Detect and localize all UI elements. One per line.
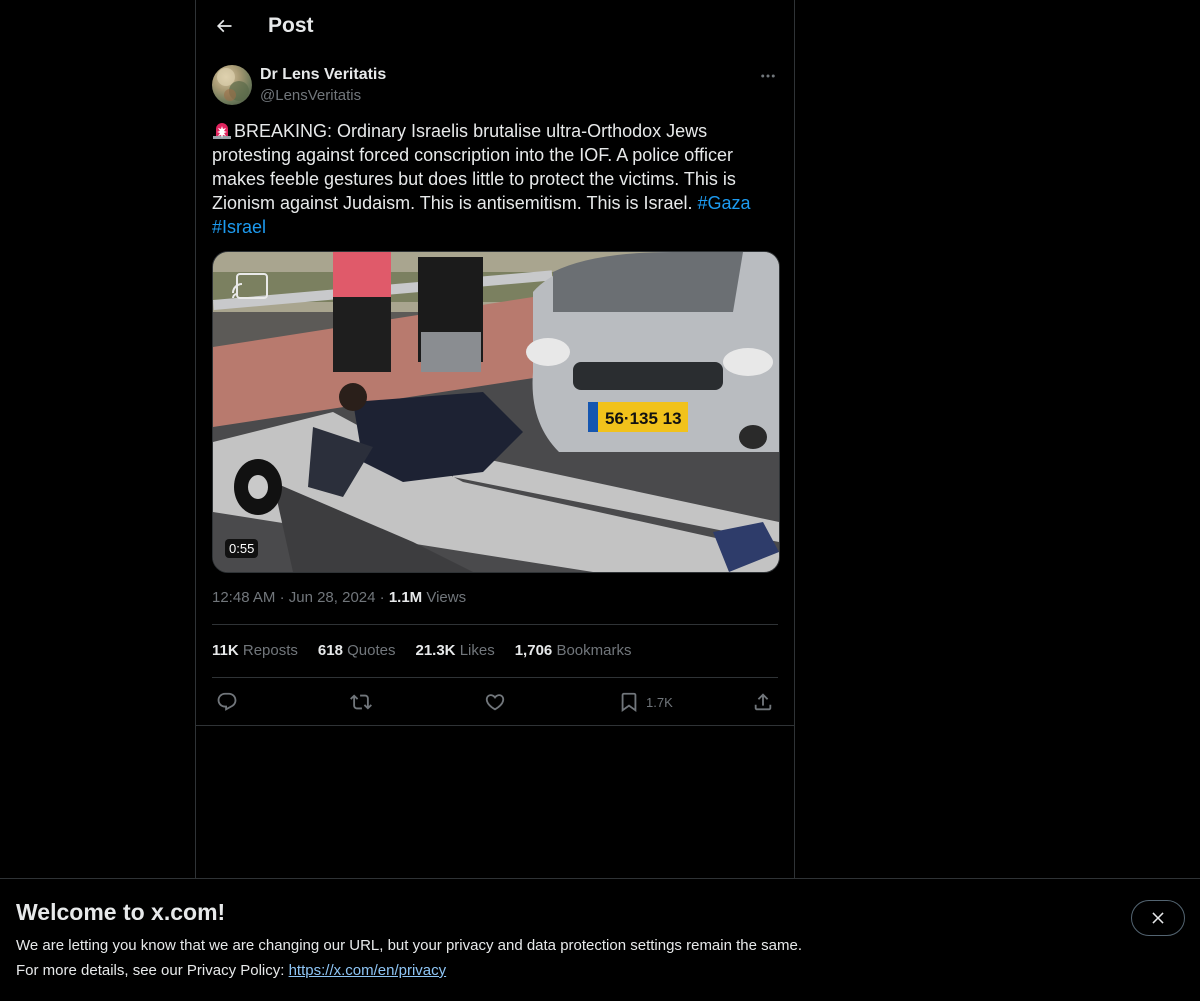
post-time[interactable]: 12:48 AM [212,589,275,606]
quotes-stat[interactable]: 618 Quotes [318,642,396,659]
share-icon [754,693,772,711]
close-icon [1152,912,1164,924]
siren-icon [212,120,232,140]
post-header: Post [196,0,794,53]
tweet-body: BREAKING: Ordinary Israelis brutalise ul… [212,121,736,213]
post-metadata: 12:48 AM · Jun 28, 2024 · 1.1M Views [212,589,466,606]
video-thumbnail: 56·135 13 [213,252,779,572]
cast-icon[interactable] [231,272,269,307]
meta-separator: · [279,589,285,606]
engagement-stats: 11K Reposts 618 Quotes 21.3K Likes 1,706… [212,642,631,659]
more-options-button[interactable] [758,66,778,86]
views-label: Views [426,589,467,606]
back-button[interactable] [210,12,238,40]
views-count: 1.1M [388,589,423,606]
reply-button[interactable] [216,686,238,718]
banner-privacy-text: For more details, see our Privacy Policy… [16,962,447,979]
banner-title: Welcome to x.com! [16,899,226,925]
author-name[interactable]: Dr Lens Veritatis [260,66,386,84]
repost-button[interactable] [350,686,372,718]
likes-stat[interactable]: 21.3K Likes [415,642,494,659]
bookmark-button[interactable]: 1.7K [618,686,673,718]
divider [196,725,794,726]
share-button[interactable] [752,686,774,718]
heart-icon [485,694,505,711]
video-duration: 0:55 [225,539,259,558]
post-date[interactable]: Jun 28, 2024 [289,589,376,606]
repost-icon [350,694,372,710]
more-icon [761,74,775,78]
action-bar: 1.7K [196,686,794,718]
url-change-banner: Welcome to x.com! We are letting you kno… [0,878,1200,1001]
bookmarks-stat[interactable]: 1,706 Bookmarks [515,642,632,659]
video-player[interactable]: 56·135 13 0:55 [212,251,780,573]
page-title: Post [268,14,314,37]
close-banner-button[interactable] [1131,900,1185,936]
hashtag-israel[interactable]: #Israel [212,217,266,237]
post-column: Post Dr Lens Veritatis @LensVeritatis BR… [195,0,795,878]
privacy-policy-link[interactable]: https://x.com/en/privacy [289,962,447,979]
bookmark-icon [621,692,637,713]
avatar[interactable] [212,65,252,105]
reply-icon [217,692,237,711]
bookmark-count: 1.7K [646,694,673,710]
like-button[interactable] [484,686,506,718]
meta-separator: · [379,589,385,606]
reposts-stat[interactable]: 11K Reposts [212,642,298,659]
license-plate: 56·135 13 [605,409,682,428]
arrow-left-icon [216,19,232,33]
divider [212,677,778,678]
banner-message: We are letting you know that we are chan… [16,937,802,954]
author-handle[interactable]: @LensVeritatis [260,87,361,104]
hashtag-gaza[interactable]: #Gaza [698,193,751,213]
divider [212,624,778,625]
tweet-text: BREAKING: Ordinary Israelis brutalise ul… [212,119,752,239]
